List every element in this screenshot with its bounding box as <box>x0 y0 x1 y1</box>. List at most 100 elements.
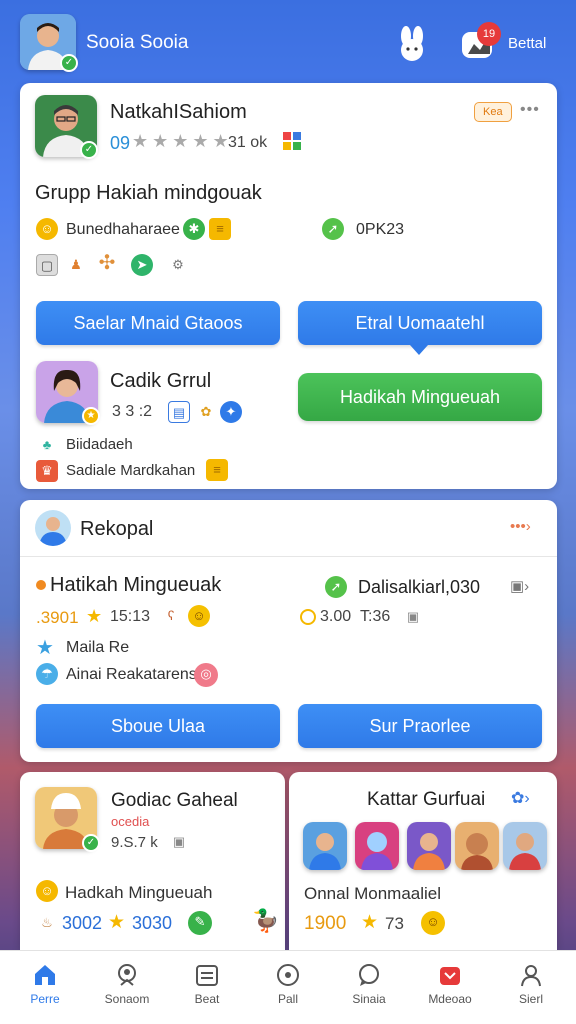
section2-divider <box>20 556 557 557</box>
bottom-left-cake-icon: ♨ <box>41 915 53 930</box>
game-thumb-4[interactable] <box>455 822 499 870</box>
bottom-left-line: Hadkah Mingueuah <box>65 883 213 902</box>
more-dots-icon[interactable]: ••• <box>520 101 540 119</box>
app-header: ✓ Sooia Sooia 19 Bettal <box>0 0 576 82</box>
profile-name: NatkahISahiom <box>110 101 247 123</box>
compass-icon <box>276 963 300 987</box>
bottom-left-subtitle: ocedia <box>111 814 150 829</box>
water-icon: ☂ <box>36 663 58 685</box>
smile-icon: ☺ <box>188 605 210 627</box>
bottom-left-star-icon: ★ <box>108 912 126 933</box>
robot-icon: ⚙ <box>172 257 184 272</box>
tab-sierl[interactable]: Sierl <box>490 951 572 1024</box>
puzzle-icon: ✣ <box>98 252 116 274</box>
box-icon: ▣ <box>406 609 420 624</box>
left-title: Hatikah Mingueuak <box>50 574 222 596</box>
left-action-button[interactable]: Saelar Mnaid Gtaoos <box>36 301 280 345</box>
tab-mdeoao[interactable]: Mdeoao <box>409 951 491 1024</box>
profile-card: ✓ NatkahISahiom Kea ••• 09 ★★★★★ 31 ok G… <box>20 83 557 489</box>
gift-icon <box>282 131 302 151</box>
coin-stack-icon: ≡ <box>209 218 231 240</box>
game-thumb-2[interactable] <box>355 822 399 870</box>
sub-stat: 3 3 :2 <box>112 403 153 420</box>
tab-home[interactable]: Perre <box>4 951 86 1024</box>
profile-stats-number: 09 <box>110 133 131 153</box>
section2-card: Rekopal •••› Hatikah Mingueuak .3901 ★ 1… <box>20 500 557 762</box>
row1-text: Maila Re <box>66 639 130 656</box>
right-time: T:36 <box>360 608 391 625</box>
sub-line2: Sadiale Mardkahan <box>66 462 196 479</box>
bottom-left-leaf-icon: ✎ <box>188 911 212 935</box>
green-action-button[interactable]: Hadikah Mingueuah <box>298 373 542 421</box>
tooltip-arrow <box>410 345 428 355</box>
orange-dot-icon <box>36 580 46 590</box>
notification-icon <box>438 963 462 987</box>
bottom-left-score1: 3002 <box>62 913 103 933</box>
section2-left-button[interactable]: Sboue Ulaa <box>36 704 280 748</box>
badge-icon: ✦ <box>220 401 242 423</box>
profile-online-icon: ✓ <box>80 141 98 159</box>
card-icon: ▢ <box>36 254 58 276</box>
bottom-left-name: Godiac Gaheal <box>111 790 238 811</box>
tab-beat[interactable]: Beat <box>166 951 248 1024</box>
game-thumb-3[interactable] <box>407 822 451 870</box>
bottom-right-card: Kattar Gurfuai ✿› Onnal Monmaaliel 1900 … <box>289 772 557 950</box>
bottom-left-score2: 3030 <box>132 913 173 933</box>
bear-icon: ʕ <box>167 608 175 623</box>
leaf-icon-2: ➚ <box>325 576 347 598</box>
header-right-label[interactable]: Bettal <box>508 35 546 52</box>
profile-badge: Kea <box>474 102 512 122</box>
section2-more-icon[interactable]: •••› <box>510 518 531 535</box>
sub-status-icon: ★ <box>82 407 100 425</box>
profile-icon <box>519 963 543 987</box>
section2-avatar[interactable] <box>35 510 71 546</box>
bottom-right-line: Onnal Monmaaliel <box>304 884 442 903</box>
notification-badge: 19 <box>477 22 501 46</box>
bottom-tab-bar: Perre Sonaom Beat Pall Sinaia Mdeoao Sie… <box>0 950 576 1024</box>
profile-stats-suffix: 31 ok <box>228 134 268 151</box>
section2-title: Rekopal <box>80 518 154 540</box>
bunny-icon[interactable] <box>394 26 430 62</box>
leaf-icon: ➚ <box>322 218 344 240</box>
sub-name: Cadik Grrul <box>110 370 212 392</box>
bottom-left-status-icon: ✓ <box>82 834 100 852</box>
tab-sinaia[interactable]: Sinaia <box>328 951 410 1024</box>
bee-icon: ✿ <box>200 404 212 419</box>
tab-sonaom[interactable]: Sonaom <box>86 951 168 1024</box>
right-score: 3.00 <box>320 608 352 625</box>
game-thumb-1[interactable] <box>303 822 347 870</box>
trophy-icon: ♛ <box>36 460 58 482</box>
line1-text: Bunedhaharaee <box>66 221 180 238</box>
bottom-right-arrow-icon[interactable]: ✿› <box>511 788 530 808</box>
right-action-button[interactable]: Etral Uomaatehl <box>298 301 542 345</box>
calendar-icon <box>195 963 219 987</box>
bottom-right-smile-icon: ☺ <box>421 911 445 935</box>
game-thumb-5[interactable] <box>503 822 547 870</box>
send-icon: ➤ <box>131 254 153 276</box>
bottom-right-stat: 73 <box>385 914 404 933</box>
group-icon: ♣ <box>42 437 52 452</box>
home-icon <box>33 963 57 987</box>
duck-icon: 🦆 <box>252 908 280 933</box>
bottom-right-title: Kattar Gurfuai <box>367 789 486 810</box>
smile-coin-icon: ☺ <box>36 218 58 240</box>
left-time: 15:13 <box>110 608 151 625</box>
right-title: Dalisalkiarl,030 <box>358 577 481 597</box>
clock-icon <box>300 609 316 625</box>
bottom-left-box-icon: ▣ <box>172 834 186 849</box>
figure-icon: ♟ <box>70 257 82 272</box>
chart-icon: ▤ <box>168 401 190 423</box>
bottom-right-star-icon: ★ <box>361 912 379 933</box>
person-badge-icon <box>115 963 139 987</box>
chat-icon <box>357 963 381 987</box>
bottom-left-card: ✓ Godiac Gaheal ocedia 9.S.7 k ▣ ☺ Hadka… <box>20 772 285 950</box>
tab-pall[interactable]: Pall <box>247 951 329 1024</box>
left-star-icon: ★ <box>86 606 103 626</box>
right-arrow-icon[interactable]: ▣› <box>510 577 529 595</box>
bottom-left-smile-icon: ☺ <box>36 880 58 902</box>
section2-right-button[interactable]: Sur Praorlee <box>298 704 542 748</box>
coin-stack-icon-2: ≡ <box>206 459 228 481</box>
bottom-right-score: 1900 <box>304 913 347 934</box>
rating-stars: ★★★★★ <box>132 131 233 151</box>
online-status-icon: ✓ <box>60 54 78 72</box>
